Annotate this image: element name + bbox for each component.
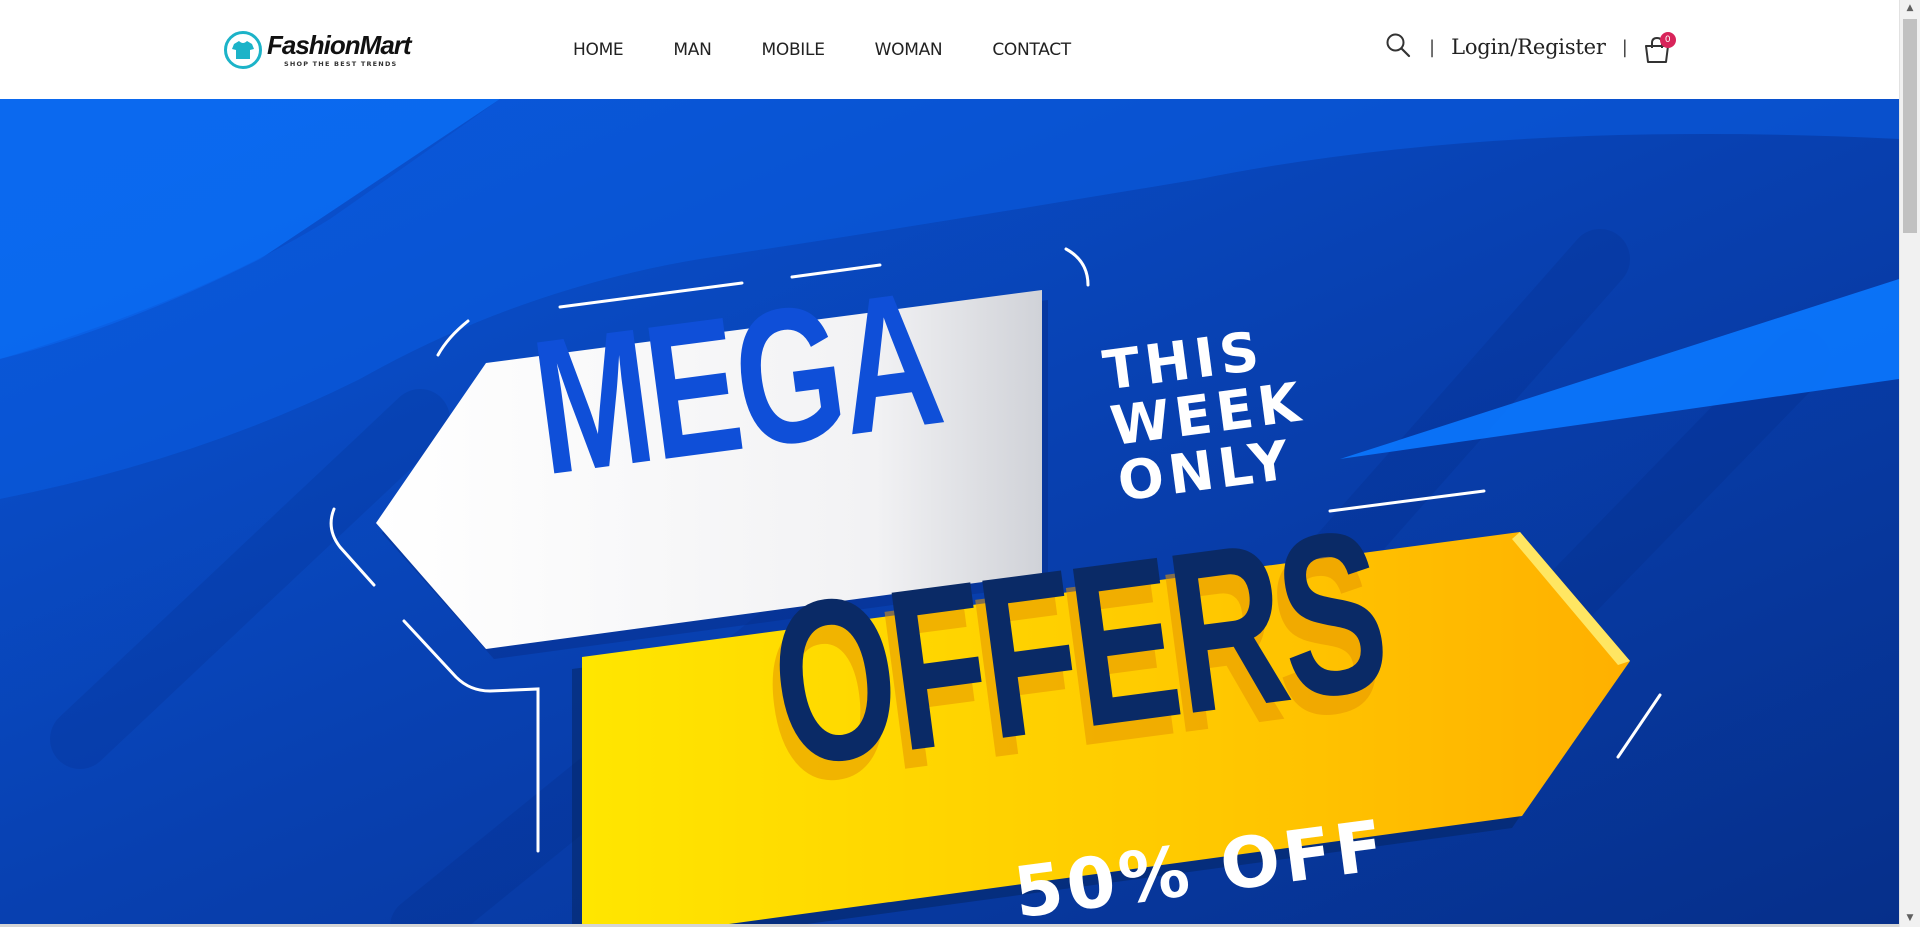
nav-man[interactable]: MAN (673, 39, 711, 61)
brand-logo[interactable]: FashionMart SHOP THE BEST TRENDS (224, 30, 412, 69)
banner-this-week-only: THIS WEEK ONLY (1099, 319, 1315, 514)
separator: | (1429, 36, 1436, 58)
vertical-scrollbar[interactable]: ▲ ▼ (1899, 0, 1920, 927)
hero-banner[interactable]: MEGA THIS WEEK ONLY OFFERS 50% OFF (0, 99, 1899, 927)
tshirt-icon (224, 31, 262, 69)
login-register-link[interactable]: Login/Register (1451, 35, 1606, 59)
header-actions: | Login/Register | 0 (1385, 30, 1676, 64)
separator: | (1621, 36, 1628, 58)
nav-home[interactable]: HOME (573, 39, 624, 61)
cart-button[interactable]: 0 (1644, 32, 1676, 63)
site-header: FashionMart SHOP THE BEST TRENDS HOME MA… (0, 0, 1899, 99)
nav-woman[interactable]: WOMAN (875, 39, 943, 61)
scrollbar-thumb[interactable] (1903, 19, 1917, 233)
search-icon[interactable] (1385, 32, 1411, 63)
main-nav: HOME MAN MOBILE WOMAN CONTACT (573, 39, 1121, 61)
nav-mobile[interactable]: MOBILE (762, 39, 825, 61)
scroll-down-arrow-icon[interactable]: ▼ (1900, 910, 1920, 927)
nav-contact[interactable]: CONTACT (992, 39, 1071, 61)
brand-tagline: SHOP THE BEST TRENDS (284, 60, 398, 68)
cart-count-badge: 0 (1659, 32, 1676, 48)
scroll-up-arrow-icon[interactable]: ▲ (1900, 0, 1920, 17)
brand-name: FashionMart (267, 30, 412, 60)
banner-mega-text: MEGA (522, 249, 951, 516)
